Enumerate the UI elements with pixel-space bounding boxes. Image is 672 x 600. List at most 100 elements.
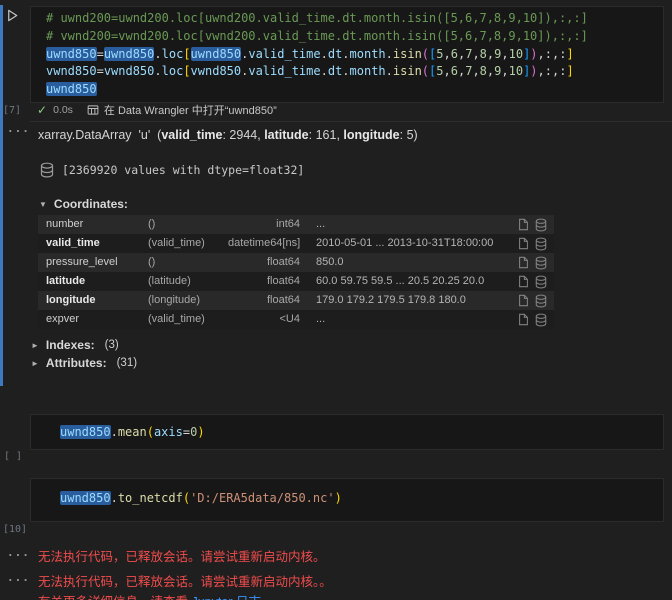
coordinates-section-toggle[interactable]: ▼ Coordinates: xyxy=(39,197,128,211)
code-line: uwnd850.to_netcdf('D:/ERA5data/850.nc') xyxy=(60,490,657,508)
code-cell-2[interactable]: uwnd850.mean(axis=0) xyxy=(30,414,664,450)
code-token: 6 xyxy=(451,64,458,78)
file-icon[interactable] xyxy=(514,256,532,269)
indexes-count: (3) xyxy=(105,339,119,351)
code-line: # vwnd200=vwnd200.loc[vwnd200.valid_time… xyxy=(46,28,657,46)
code-token: month xyxy=(350,64,386,78)
selection-highlight: uwnd850 xyxy=(46,47,97,61)
code-token: ] xyxy=(566,47,573,61)
selection-highlight: uwnd850 xyxy=(191,47,242,61)
code-token: vwnd850 xyxy=(191,64,242,78)
coord-preview: 60.0 59.75 59.5 ... 20.5 20.25 20.0 xyxy=(304,272,514,291)
code-token: . xyxy=(342,64,349,78)
coord-dtype: float64 xyxy=(228,291,304,310)
error-message-3: 有关更多详细信息，请查看 Jupyter 日志。 xyxy=(38,591,273,600)
coord-dims: (longitude) xyxy=(148,291,228,310)
attributes-section-toggle[interactable]: ► Attributes: (31) xyxy=(31,356,137,370)
code-token: ] xyxy=(566,64,573,78)
selection-highlight: uwnd850 xyxy=(60,425,111,439)
code-token: valid_time xyxy=(248,47,320,61)
error-message-2: 无法执行代码，已释放会话。请尝试重新启动内核。。 xyxy=(38,571,332,590)
coord-name: number xyxy=(46,215,148,234)
coord-dims: () xyxy=(148,253,228,272)
coord-name: pressure_level xyxy=(46,253,148,272)
code-token: , xyxy=(501,64,508,78)
database-icon[interactable] xyxy=(532,275,550,289)
code-token: ) xyxy=(530,47,537,61)
code-token: ( xyxy=(147,425,154,439)
coord-dtype: <U4 xyxy=(228,310,304,329)
code-token: dt xyxy=(328,47,342,61)
coord-row: latitude(latitude)float6460.0 59.75 59.5… xyxy=(38,272,554,291)
coord-name: valid_time xyxy=(46,234,148,253)
file-icon[interactable] xyxy=(514,237,532,250)
file-icon[interactable] xyxy=(514,313,532,326)
code-token: isin xyxy=(393,47,422,61)
attributes-label: Attributes: xyxy=(46,356,107,370)
file-icon[interactable] xyxy=(514,294,532,307)
chevron-right-icon: ► xyxy=(31,341,39,350)
indexes-section-toggle[interactable]: ► Indexes: (3) xyxy=(31,338,119,352)
indexes-label: Indexes: xyxy=(46,338,95,352)
database-icon[interactable] xyxy=(40,162,54,178)
coord-row: valid_time(valid_time)datetime64[ns]2010… xyxy=(38,234,554,253)
coord-row: pressure_level()float64850.0 xyxy=(38,253,554,272)
output-more-actions[interactable]: ... xyxy=(7,122,30,135)
file-icon[interactable] xyxy=(514,275,532,288)
database-icon[interactable] xyxy=(532,294,550,308)
coord-dims: (latitude) xyxy=(148,272,228,291)
code-token: . xyxy=(386,64,393,78)
execution-count-cell1: [7] xyxy=(3,105,21,116)
values-preview: [2369920 values with dtype=float32] xyxy=(62,163,304,177)
code-token: vwnd850 xyxy=(46,64,97,78)
code-token: ) xyxy=(335,491,342,505)
open-in-data-wrangler-link[interactable]: 在 Data Wrangler 中打开“uwnd850” xyxy=(104,102,277,118)
cell1-status-bar: ✓ 0.0s 在 Data Wrangler 中打开“uwnd850” xyxy=(37,102,277,118)
code-token: , xyxy=(472,47,479,61)
coord-dtype: datetime64[ns] xyxy=(228,234,304,253)
coord-row: expver(valid_time)<U4... xyxy=(38,310,554,329)
code-token: month xyxy=(350,47,386,61)
code-token: . xyxy=(321,64,328,78)
file-icon[interactable] xyxy=(514,218,532,231)
code-token: : 2944, xyxy=(222,128,264,142)
output-more-actions[interactable]: ... xyxy=(7,571,30,584)
code-line: # uwnd200=uwnd200.loc[uwnd200.valid_time… xyxy=(46,10,657,28)
database-icon[interactable] xyxy=(532,218,550,232)
code-token: valid_time xyxy=(161,128,222,142)
cell-output-divider xyxy=(30,121,672,122)
data-wrangler-table-icon xyxy=(87,104,99,116)
code-cell-3[interactable]: uwnd850.to_netcdf('D:/ERA5data/850.nc') xyxy=(30,478,664,522)
coord-row: longitude(longitude)float64179.0 179.2 1… xyxy=(38,291,554,310)
code-cell-1[interactable]: # uwnd200=uwnd200.loc[uwnd200.valid_time… xyxy=(30,6,664,103)
chevron-down-icon: ▼ xyxy=(39,200,47,209)
code-token: [ xyxy=(183,47,190,61)
code-token: valid_time xyxy=(248,64,320,78)
database-icon[interactable] xyxy=(532,237,550,251)
code-token: . xyxy=(111,425,118,439)
code-token: . xyxy=(342,47,349,61)
output-more-actions[interactable]: ... xyxy=(7,546,30,559)
code-token: isin xyxy=(393,64,422,78)
code-token: ) xyxy=(530,64,537,78)
run-cell-button[interactable] xyxy=(5,8,23,26)
code-token: to_netcdf xyxy=(118,491,183,505)
code-token: # vwnd200=vwnd200.loc[vwnd200.valid_time… xyxy=(46,29,588,43)
code-token: 8 xyxy=(480,64,487,78)
play-icon xyxy=(5,8,20,23)
code-token: 5 xyxy=(436,47,443,61)
code-token: 10 xyxy=(509,47,523,61)
selection-highlight: uwnd850 xyxy=(46,82,97,96)
jupyter-log-link[interactable]: Jupyter 日志 xyxy=(191,595,260,600)
database-icon[interactable] xyxy=(532,256,550,270)
code-token: , xyxy=(501,47,508,61)
code-token: , xyxy=(444,47,451,61)
coord-dtype: float64 xyxy=(228,272,304,291)
execution-count-cell3: [10] xyxy=(3,524,27,535)
coord-dtype: float64 xyxy=(228,253,304,272)
coord-dtype: int64 xyxy=(228,215,304,234)
coord-dims: (valid_time) xyxy=(148,310,228,329)
database-icon[interactable] xyxy=(532,313,550,327)
code-token: axis xyxy=(154,425,183,439)
coord-name: longitude xyxy=(46,291,148,310)
